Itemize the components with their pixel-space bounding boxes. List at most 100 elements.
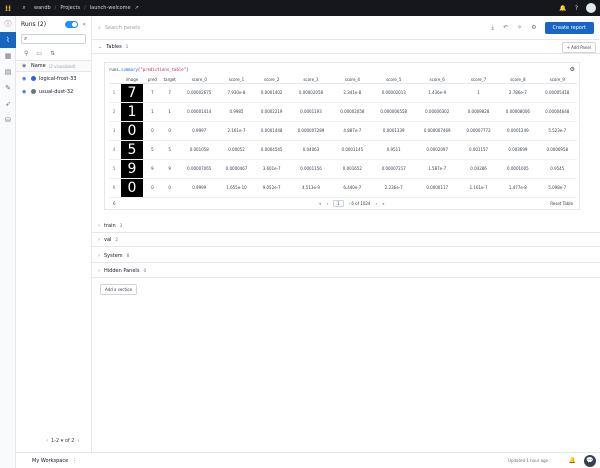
table-icon[interactable]: ▦ — [0, 48, 16, 64]
collapse-icon[interactable]: « — [82, 21, 86, 28]
score-cell[interactable]: 0.0001156 — [289, 159, 333, 179]
score-cell[interactable]: 0.00007217 — [372, 159, 416, 179]
column-header[interactable]: score_3 — [289, 76, 333, 84]
column-header[interactable]: score_2 — [254, 76, 290, 84]
section-system[interactable]: › System 8 — [92, 249, 600, 263]
pred-cell[interactable]: 9 — [145, 159, 160, 179]
more-icon[interactable]: ⋮ — [72, 458, 77, 464]
download-icon[interactable]: ⤓ — [491, 24, 494, 32]
target-cell[interactable]: 0 — [159, 121, 180, 141]
undo-icon[interactable]: ↶ — [503, 24, 508, 32]
workspace-name[interactable]: My Workspace — [32, 458, 68, 464]
score-cell[interactable]: 0.00002013 — [372, 83, 416, 103]
pred-cell[interactable]: 7 — [145, 83, 160, 103]
bell-icon[interactable]: 🔔 — [559, 5, 566, 12]
score-cell[interactable]: 0.0001402 — [254, 83, 290, 103]
score-cell[interactable]: 9.052e-7 — [254, 178, 290, 198]
score-cell[interactable]: 1 — [458, 83, 499, 103]
score-cell[interactable]: 0.9997 — [179, 121, 219, 141]
table-row[interactable]: 2 1 1 1 0.00001414 0.9985 0.0002219 0.0001193 0.… — [109, 102, 577, 122]
score-cell[interactable]: 2.161e-7 — [218, 121, 255, 141]
score-cell[interactable]: 1.161e-7 — [458, 178, 499, 198]
score-cell[interactable]: 2.236e-7 — [372, 178, 416, 198]
avatar[interactable] — [586, 3, 596, 13]
mnist-digit-image[interactable]: 7 — [121, 83, 143, 102]
column-header[interactable]: score_0 — [179, 76, 219, 84]
score-cell[interactable]: 0.000007289 — [289, 121, 333, 141]
score-cell[interactable]: 0.9545 — [537, 159, 577, 179]
pred-cell[interactable]: 5 — [145, 140, 160, 160]
page-input[interactable]: 1 — [333, 199, 344, 207]
document-icon[interactable]: ▤ — [0, 64, 16, 80]
score-cell[interactable]: 2.786e-7 — [498, 83, 538, 103]
score-cell[interactable]: 0.0001145 — [332, 140, 372, 160]
runs-column-name[interactable]: Name — [31, 63, 46, 69]
table-row[interactable]: 6 0 0 0 0.9999 1.655e-10 9.052e-7 4.513e-9 6.440… — [109, 178, 577, 198]
score-cell[interactable]: 4.887e-7 — [332, 121, 372, 141]
rocket-icon[interactable]: ➶ — [0, 96, 16, 112]
score-cell[interactable]: 0.0004545 — [254, 140, 290, 160]
add-section-button[interactable]: Add a section — [100, 284, 138, 295]
score-cell[interactable]: 0.04063 — [289, 140, 333, 160]
score-cell[interactable]: 0.0009828 — [458, 102, 499, 122]
score-cell[interactable]: 0.00007772 — [458, 121, 499, 141]
column-header[interactable]: score_4 — [332, 76, 372, 84]
external-link-icon[interactable]: ↗ — [135, 5, 139, 11]
chevron-right-icon[interactable]: › — [98, 253, 100, 259]
mnist-digit-image[interactable]: 0 — [121, 178, 143, 197]
group-icon[interactable]: ▭ — [36, 50, 42, 57]
create-report-button[interactable]: Create report — [544, 21, 594, 34]
info-icon[interactable]: ⓘ — [0, 16, 16, 32]
mnist-digit-image[interactable]: 1 — [121, 102, 143, 121]
score-cell[interactable]: 0.00052 — [218, 140, 255, 160]
pred-cell[interactable]: 1 — [145, 102, 160, 122]
column-header[interactable]: score_1 — [218, 76, 255, 84]
settings-icon[interactable]: ⚙ — [531, 24, 536, 32]
breadcrumb-project[interactable]: launch-welcome — [90, 5, 131, 11]
run-row[interactable]: ◉ logical-frost-33 — [16, 72, 91, 85]
column-header[interactable]: score_8 — [498, 76, 538, 84]
chevron-down-icon[interactable]: ⌄ — [98, 44, 102, 50]
target-cell[interactable]: 7 — [159, 83, 180, 103]
column-header[interactable]: pred — [145, 76, 160, 84]
eye-icon[interactable]: ◉ — [22, 63, 31, 69]
score-cell[interactable]: 4.513e-9 — [289, 178, 333, 198]
runs-search-input[interactable]: ⌕ — [21, 34, 86, 44]
score-cell[interactable]: 0.0001448 — [254, 121, 290, 141]
chevron-right-icon[interactable]: › — [98, 223, 100, 229]
column-header[interactable]: score_5 — [372, 76, 416, 84]
mnist-digit-image[interactable]: 0 — [121, 121, 143, 140]
score-cell[interactable]: 0.00002058 — [332, 102, 372, 122]
eye-icon[interactable]: ◉ — [22, 89, 31, 95]
sort-icon[interactable]: ⇅ — [50, 50, 55, 57]
score-cell[interactable]: 1.655e-10 — [218, 178, 255, 198]
chevron-right-icon[interactable]: › — [98, 268, 100, 274]
score-cell[interactable]: 0.0000467 — [218, 159, 255, 179]
breadcrumb-entity[interactable]: wandb — [34, 5, 51, 11]
chat-icon[interactable]: 💬 — [584, 454, 596, 467]
target-cell[interactable]: 9 — [159, 159, 180, 179]
score-cell[interactable]: 0.04286 — [458, 159, 499, 179]
image-cell[interactable]: 7 — [119, 83, 145, 103]
score-cell[interactable]: 0.00006302 — [415, 102, 459, 122]
table-row[interactable]: 4 5 5 5 0.001058 0.00052 0.0004545 0.04063 0.000… — [109, 140, 577, 160]
run-name[interactable]: logical-frost-33 — [39, 76, 77, 82]
column-header[interactable] — [109, 76, 119, 84]
image-cell[interactable]: 1 — [119, 102, 145, 122]
breadcrumb-projects[interactable]: Projects — [60, 5, 80, 11]
mnist-digit-image[interactable]: 5 — [121, 140, 143, 159]
image-cell[interactable]: 0 — [119, 178, 145, 198]
image-cell[interactable]: 5 — [119, 140, 145, 160]
run-color-dot[interactable] — [31, 89, 36, 94]
score-cell[interactable]: 0.001058 — [179, 140, 219, 160]
score-cell[interactable]: 0.00004648 — [537, 102, 577, 122]
score-cell[interactable]: 0.001157 — [458, 140, 499, 160]
gear-icon[interactable]: ⚙ — [570, 66, 575, 73]
search-icon[interactable]: ⌕ — [18, 4, 30, 12]
target-cell[interactable]: 0 — [159, 178, 180, 198]
reset-table-button[interactable]: Reset Table — [550, 201, 573, 206]
score-cell[interactable]: 2.341e-8 — [332, 83, 372, 103]
run-color-dot[interactable] — [31, 76, 36, 81]
score-cell[interactable]: 0.0002097 — [415, 140, 459, 160]
table-row[interactable]: 1 7 7 7 0.00002675 7.930e-8 0.0001402 0.0000205… — [109, 83, 577, 103]
